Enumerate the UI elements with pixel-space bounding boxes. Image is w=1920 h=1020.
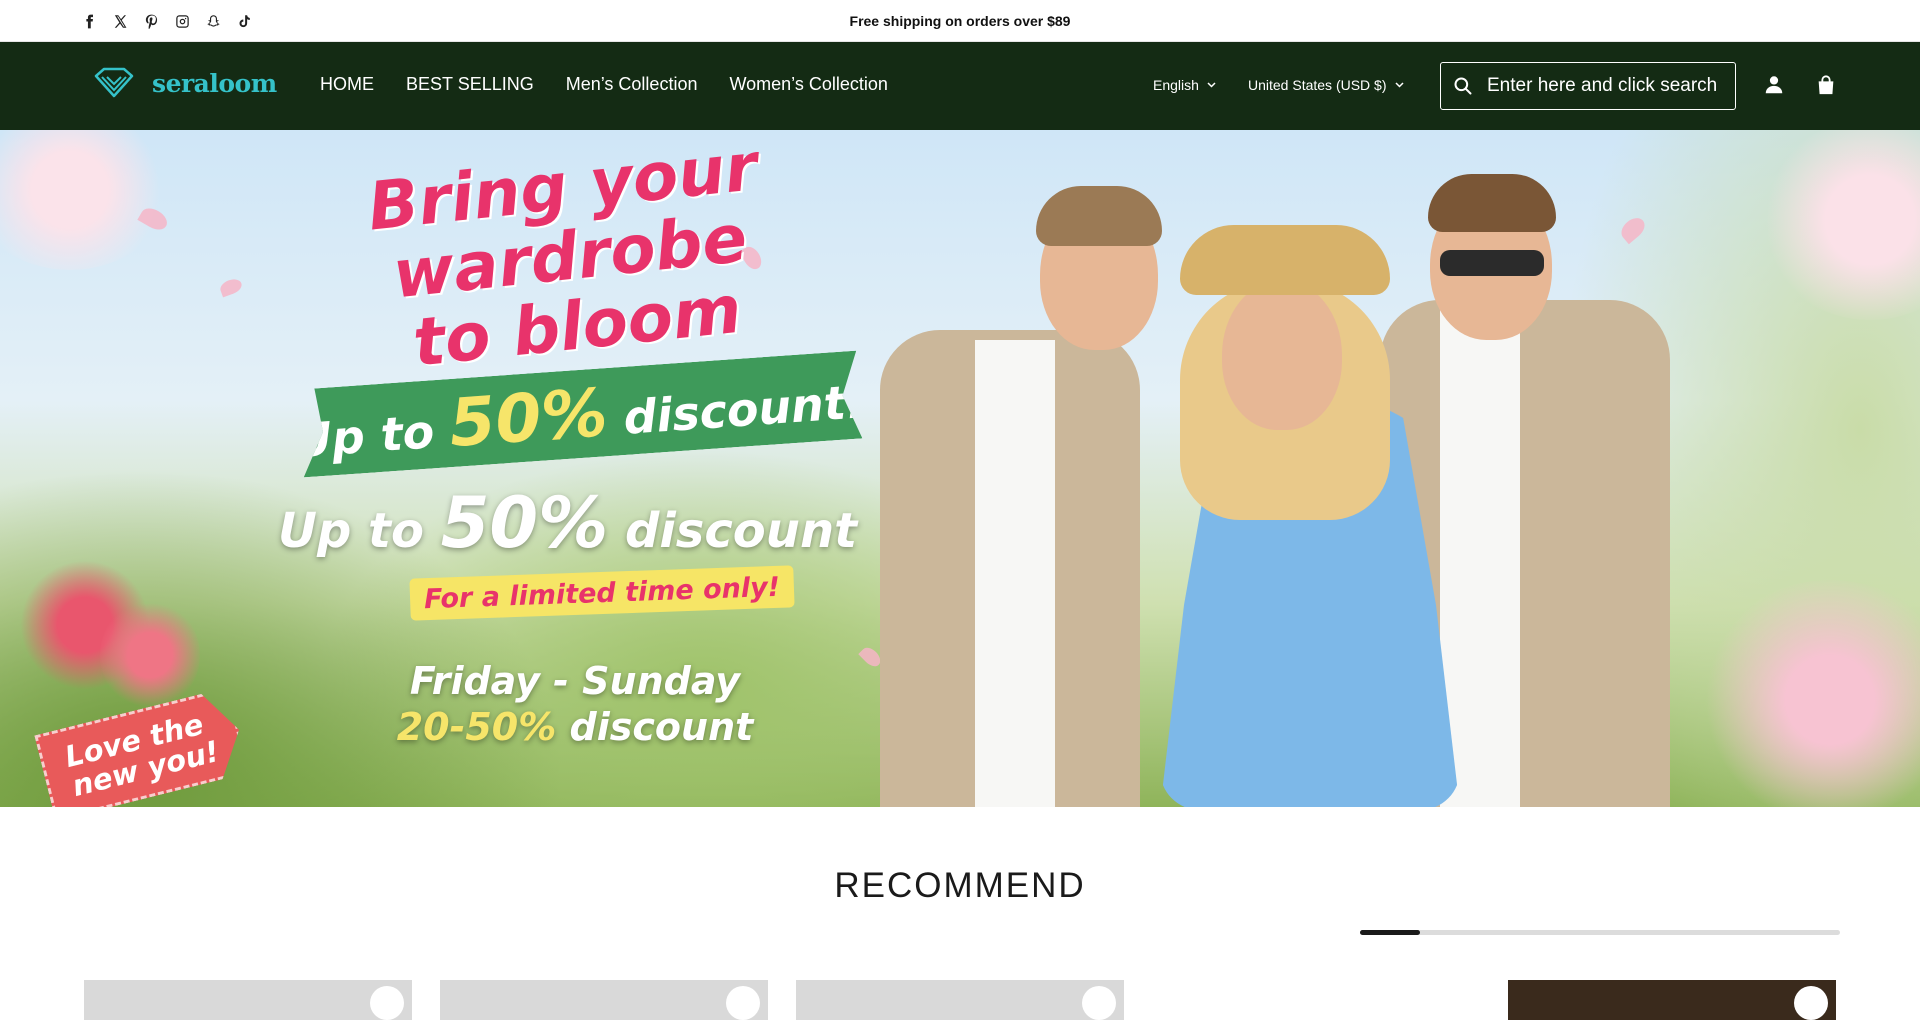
wishlist-icon[interactable] (1082, 986, 1116, 1020)
discount-line: Up to 50% discount (278, 482, 857, 564)
chevron-down-icon (1207, 82, 1216, 88)
search-icon[interactable] (1453, 76, 1473, 96)
search-input[interactable] (1487, 75, 1717, 97)
product-card[interactable] (84, 980, 412, 1020)
site-header: seraloom HOME BEST SELLING Men’s Collect… (0, 42, 1920, 130)
wishlist-icon[interactable] (726, 986, 760, 1020)
currency-selector[interactable]: United States (USD $) (1248, 77, 1404, 93)
account-icon[interactable] (1763, 74, 1787, 98)
announcement-text: Free shipping on orders over $89 (849, 13, 1071, 29)
ribbon-suffix: discount! (621, 373, 869, 445)
announcement-bar: Free shipping on orders over $89 (0, 0, 1920, 42)
carousel-scrollbar[interactable] (1360, 930, 1840, 935)
main-nav: HOME BEST SELLING Men’s Collection Women… (320, 74, 888, 95)
product-card[interactable] (796, 980, 1124, 1020)
line2-suffix: discount (624, 503, 858, 559)
product-card[interactable] (1508, 980, 1836, 1020)
line2-percent: 50% (440, 482, 609, 564)
weekend-days: Friday - Sunday (409, 659, 741, 703)
nav-item-womens-collection[interactable]: Women’s Collection (729, 74, 887, 95)
hero-banner[interactable]: Bring your wardrobe to bloom Up to 50% d… (0, 130, 1920, 807)
limited-time-badge: For a limited time only! (409, 565, 795, 621)
brand-name: seraloom (152, 68, 277, 98)
language-label: English (1153, 77, 1199, 93)
currency-label: United States (USD $) (1248, 77, 1387, 93)
blossom-decoration (0, 130, 170, 270)
weekend-discount: discount (569, 705, 754, 749)
carousel-scroll-thumb[interactable] (1360, 930, 1420, 935)
petal-decoration (218, 276, 244, 298)
ribbon-percent: 50% (446, 373, 610, 462)
recommend-heading: RECOMMEND (834, 866, 1086, 905)
blossom-decoration (1700, 580, 1920, 807)
tulip-decoration (100, 600, 200, 710)
hero-headline: Bring your wardrobe to bloom (364, 130, 761, 382)
wishlist-icon[interactable] (370, 986, 404, 1020)
weekend-offer: Friday - Sunday 20-50% discount (380, 658, 770, 750)
petal-decoration (1617, 213, 1649, 245)
nav-item-mens-collection[interactable]: Men’s Collection (566, 74, 698, 95)
product-card[interactable] (440, 980, 768, 1020)
nav-item-best-selling[interactable]: BEST SELLING (406, 74, 534, 95)
search-box[interactable] (1440, 62, 1736, 110)
nav-item-home[interactable]: HOME (320, 74, 374, 95)
line2-prefix: Up to (278, 503, 424, 559)
weekend-percent: 20-50% (396, 705, 557, 749)
language-selector[interactable]: English (1153, 77, 1216, 93)
blossom-decoration (1760, 130, 1920, 320)
cart-icon[interactable] (1815, 74, 1839, 98)
logo[interactable]: seraloom (92, 66, 277, 100)
ribbon-prefix: Up to (292, 403, 436, 468)
chevron-down-icon (1394, 82, 1404, 88)
logo-diamond-icon (94, 67, 134, 98)
wishlist-icon[interactable] (1794, 986, 1828, 1020)
